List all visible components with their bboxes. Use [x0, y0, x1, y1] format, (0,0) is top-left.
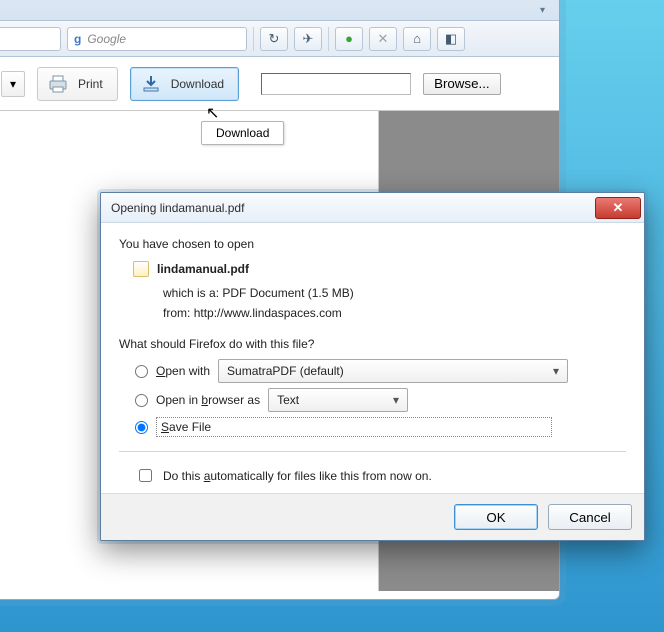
open-in-browser-mode-value: Text — [277, 393, 299, 407]
do-this-automatically-checkbox[interactable] — [139, 469, 152, 482]
dialog-file-name: lindamanual.pdf — [157, 262, 249, 276]
pdf-zoom-dropdown[interactable]: ▾ — [1, 71, 25, 97]
download-label: Download — [171, 77, 224, 91]
from-label: from: — [163, 306, 190, 320]
stop-button[interactable]: ✕ — [369, 27, 397, 51]
extension-button[interactable]: ● — [335, 27, 363, 51]
open-with-label: Open with — [156, 364, 210, 378]
pdf-file-icon — [133, 261, 149, 277]
cancel-button[interactable]: Cancel — [548, 504, 632, 530]
reload-button[interactable]: ↻ — [260, 27, 288, 51]
dialog-close-button[interactable]: ✕ — [595, 197, 641, 219]
open-with-radio[interactable] — [135, 365, 148, 378]
mouse-cursor-icon: ↖ — [206, 103, 219, 123]
search-placeholder: Google — [87, 32, 126, 46]
browser-toolbar: w.lindaspa ☆ ▾ g Google ↻ ✈ ● ✕ ⌂ ◧ — [0, 21, 559, 57]
address-bar[interactable]: w.lindaspa ☆ ▾ — [0, 27, 61, 51]
send-button[interactable]: ✈ — [294, 27, 322, 51]
sidebar-button[interactable]: ◧ — [437, 27, 465, 51]
browser-titlebar: ─ ☐ ✕ ▾ — [0, 0, 559, 21]
browse-button[interactable]: Browse... — [423, 73, 501, 95]
stop-icon: ✕ — [378, 31, 389, 47]
print-label: Print — [78, 77, 103, 91]
green-dot-icon: ● — [345, 31, 353, 46]
open-file-dialog: Opening lindamanual.pdf ✕ You have chose… — [100, 192, 645, 541]
download-button[interactable]: Download — [130, 67, 239, 101]
file-type-value: PDF Document (1.5 MB) — [222, 286, 353, 300]
dialog-titlebar: Opening lindamanual.pdf ✕ — [101, 193, 644, 223]
open-in-browser-mode-select[interactable]: Text — [268, 388, 408, 412]
do-this-automatically-label: Do this automatically for files like thi… — [163, 469, 432, 483]
open-with-app-select[interactable]: SumatraPDF (default) — [218, 359, 568, 383]
download-icon — [139, 73, 163, 95]
from-value: http://www.lindaspaces.com — [194, 306, 342, 320]
toolbar-separator — [253, 27, 254, 51]
dialog-title: Opening lindamanual.pdf — [111, 201, 244, 215]
search-bar[interactable]: g Google — [67, 27, 247, 51]
plane-icon: ✈ — [303, 31, 314, 47]
file-path-input[interactable] — [261, 73, 411, 95]
search-engine-icon: g — [74, 32, 81, 46]
ok-button[interactable]: OK — [454, 504, 538, 530]
print-button[interactable]: Print — [37, 67, 118, 101]
home-button[interactable]: ⌂ — [403, 27, 431, 51]
dialog-heading: You have chosen to open — [119, 237, 626, 251]
open-in-browser-radio[interactable] — [135, 394, 148, 407]
pdf-viewer-toolbar: ▾ Print Download Browse... — [0, 57, 559, 111]
dialog-question: What should Firefox do with this file? — [119, 337, 626, 351]
dialog-button-bar: OK Cancel — [101, 493, 644, 540]
divider — [119, 451, 626, 452]
reload-icon: ↻ — [269, 31, 280, 47]
printer-icon — [46, 73, 70, 95]
open-in-browser-label: Open in browser as — [156, 393, 260, 407]
toolbar-overflow-chevron-icon[interactable]: ▾ — [540, 5, 545, 16]
save-file-radio[interactable] — [135, 421, 148, 434]
toolbar-separator — [328, 27, 329, 51]
which-is-label: which is a: — [163, 286, 219, 300]
home-icon: ⌂ — [413, 31, 421, 46]
sidebar-icon: ◧ — [445, 31, 457, 47]
download-tooltip: Download — [201, 121, 284, 145]
save-file-label: Save File — [156, 417, 552, 437]
open-with-app-value: SumatraPDF (default) — [227, 364, 344, 378]
